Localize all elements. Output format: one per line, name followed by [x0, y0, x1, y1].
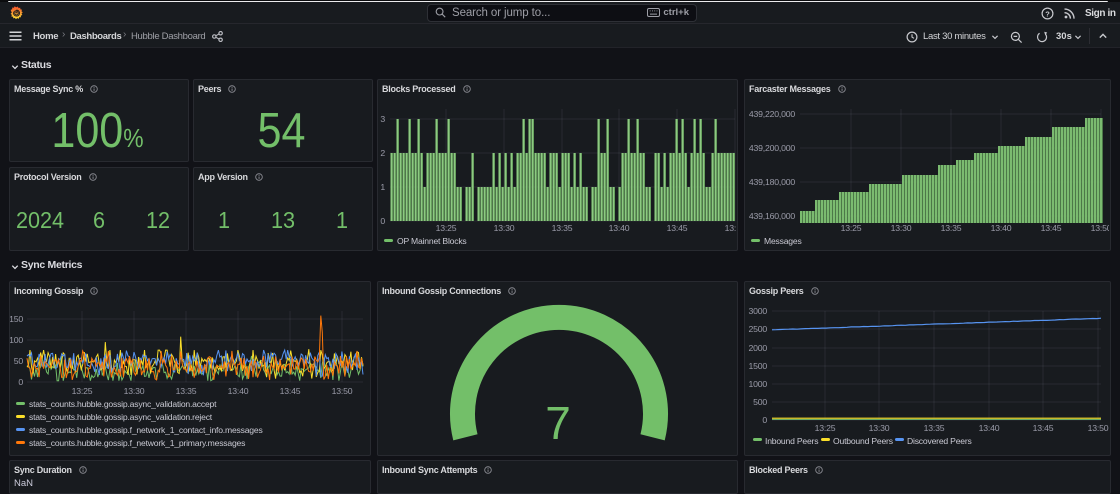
svg-text:3000: 3000	[748, 306, 767, 316]
svg-text:13:45: 13:45	[1033, 423, 1054, 433]
svg-text:13:45: 13:45	[280, 386, 301, 396]
svg-text:13:30: 13:30	[891, 223, 912, 233]
svg-text:3: 3	[380, 114, 385, 124]
svg-text:2000: 2000	[748, 343, 767, 353]
svg-text:Inbound Peers: Inbound Peers	[765, 436, 818, 446]
svg-text:13:30: 13:30	[494, 223, 515, 233]
svg-text:13:40: 13:40	[228, 386, 249, 396]
svg-text:13:35: 13:35	[176, 386, 197, 396]
svg-text:13:25: 13:25	[436, 223, 457, 233]
svg-text:OP Mainnet Blocks: OP Mainnet Blocks	[397, 236, 467, 246]
svg-text:13:45: 13:45	[1041, 223, 1062, 233]
svg-text:13:45: 13:45	[667, 223, 688, 233]
svg-text:2500: 2500	[748, 324, 767, 334]
svg-text:13:50: 13:50	[725, 223, 736, 233]
svg-text:1500: 1500	[748, 361, 767, 371]
svg-text:0: 0	[380, 216, 385, 226]
svg-text:13:40: 13:40	[979, 423, 1000, 433]
svg-text:stats_counts.hubble.gossip.asy: stats_counts.hubble.gossip.async_validat…	[29, 399, 217, 409]
svg-text:13:25: 13:25	[841, 223, 862, 233]
svg-text:439,200,000: 439,200,000	[749, 143, 795, 153]
svg-text:13:50: 13:50	[1088, 423, 1109, 433]
svg-text:13:35: 13:35	[941, 223, 962, 233]
svg-text:0: 0	[762, 415, 767, 425]
svg-text:150: 150	[9, 314, 23, 324]
svg-text:439,220,000: 439,220,000	[749, 109, 795, 119]
svg-text:13:25: 13:25	[815, 423, 836, 433]
svg-text:13:30: 13:30	[869, 423, 890, 433]
svg-text:stats_counts.hubble.gossip.f_n: stats_counts.hubble.gossip.f_network_1_c…	[29, 425, 263, 435]
svg-text:stats_counts.hubble.gossip.asy: stats_counts.hubble.gossip.async_validat…	[29, 412, 213, 422]
svg-text:50: 50	[14, 356, 24, 366]
svg-text:13:35: 13:35	[552, 223, 573, 233]
svg-text:7: 7	[545, 397, 570, 449]
svg-text:13:35: 13:35	[924, 423, 945, 433]
svg-text:1: 1	[380, 182, 385, 192]
svg-text:2: 2	[380, 148, 385, 158]
svg-text:439,160,000: 439,160,000	[749, 211, 795, 221]
svg-text:1000: 1000	[748, 379, 767, 389]
svg-text:13:40: 13:40	[991, 223, 1012, 233]
svg-text:Outbound Peers: Outbound Peers	[833, 436, 893, 446]
svg-text:439,180,000: 439,180,000	[749, 177, 795, 187]
svg-text:stats_counts.hubble.gossip.f_n: stats_counts.hubble.gossip.f_network_1_p…	[29, 438, 245, 448]
svg-text:13:50: 13:50	[1091, 223, 1109, 233]
svg-text:500: 500	[753, 397, 767, 407]
svg-text:13:25: 13:25	[72, 386, 93, 396]
svg-text:13:40: 13:40	[609, 223, 630, 233]
svg-text:0: 0	[18, 377, 23, 387]
svg-text:13:30: 13:30	[124, 386, 145, 396]
svg-text:100: 100	[9, 335, 23, 345]
svg-text:?: ?	[1045, 9, 1050, 18]
svg-text:Discovered Peers: Discovered Peers	[907, 436, 972, 446]
svg-text:Messages: Messages	[764, 236, 802, 246]
svg-text:13:50: 13:50	[332, 386, 353, 396]
